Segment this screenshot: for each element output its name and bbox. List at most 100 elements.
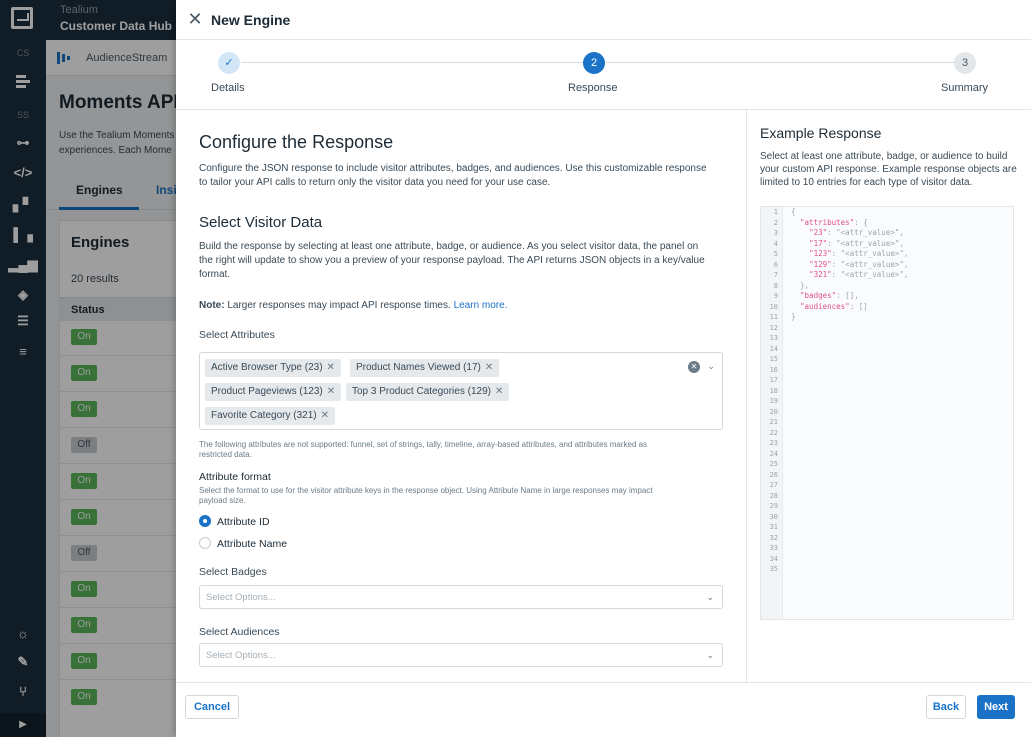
radio-attribute-id-label[interactable]: Attribute ID xyxy=(217,516,270,528)
code-line: "audiences": [] xyxy=(800,301,868,311)
line-number: 27 xyxy=(769,481,778,489)
clear-all-icon[interactable]: ✕ xyxy=(688,361,700,373)
attribute-tag-label: Favorite Category (321) xyxy=(211,410,317,421)
radio-attribute-id[interactable] xyxy=(199,515,211,527)
line-number: 23 xyxy=(769,439,778,447)
attribute-tag: Product Pageviews (123) ✕ xyxy=(205,383,342,401)
select-visitor-data-text: Build the response by selecting at least… xyxy=(199,240,705,282)
unsupported-text-l1: The following attributes are not support… xyxy=(199,440,648,449)
code-line: "129": "<attr_value>", xyxy=(809,259,909,269)
line-number: 2 xyxy=(773,218,778,227)
attributes-multiselect[interactable]: Active Browser Type (23) ✕ Product Names … xyxy=(199,352,723,430)
attribute-format-label: Attribute format xyxy=(199,471,271,483)
line-number: 8 xyxy=(773,281,778,290)
radio-attribute-name-label[interactable]: Attribute Name xyxy=(217,538,287,550)
next-button[interactable]: Next xyxy=(977,695,1015,719)
line-number: 35 xyxy=(769,565,778,573)
line-number: 4 xyxy=(773,239,778,248)
intro-text-l1: Configure the JSON response to include v… xyxy=(199,163,707,174)
remove-tag-icon[interactable]: ✕ xyxy=(327,362,335,373)
format-desc-l2: payload size. xyxy=(199,496,246,505)
step-1-label: Details xyxy=(211,82,245,94)
code-line: "321": "<attr_value>", xyxy=(809,270,909,279)
modal-title: New Engine xyxy=(211,12,291,28)
audiences-label: Select Audiences xyxy=(199,626,280,638)
attribute-tag-label: Product Pageviews (123) xyxy=(211,386,323,397)
line-number: 19 xyxy=(769,397,778,405)
chevron-down-icon[interactable]: ⌄ xyxy=(707,361,715,372)
line-number: 22 xyxy=(769,428,778,437)
section-heading: Configure the Response xyxy=(199,132,394,152)
attribute-format-desc: Select the format to use for the visitor… xyxy=(199,486,653,506)
badges-placeholder: Select Options... xyxy=(206,592,276,603)
step-3-label: Summary xyxy=(941,82,989,94)
learn-more-link[interactable]: Learn more. xyxy=(454,300,508,311)
audiences-select[interactable]: Select Options... ⌄ xyxy=(199,643,723,667)
cancel-button[interactable]: Cancel xyxy=(185,695,239,719)
unsupported-attributes-text: The following attributes are not support… xyxy=(199,440,647,460)
intro-text: Configure the JSON response to include v… xyxy=(199,162,707,190)
json-code: { "attributes": { "23": "<attr_value>", … xyxy=(791,207,1011,323)
select-text-l1: Build the response by selecting at least… xyxy=(199,241,699,252)
line-number: 5 xyxy=(773,250,778,258)
attribute-tag: Favorite Category (321) ✕ xyxy=(205,407,335,425)
attribute-tag-label: Product Names Viewed (17) xyxy=(356,362,481,373)
new-engine-modal: ✕ New Engine ✓ Details 2 Response 3 Summ… xyxy=(176,0,1031,737)
example-response-desc: Select at least one attribute, badge, or… xyxy=(760,151,1017,188)
chevron-down-icon: ⌄ xyxy=(706,592,714,602)
line-number: 33 xyxy=(769,544,778,552)
line-number: 32 xyxy=(769,533,778,542)
line-number: 7 xyxy=(773,271,778,279)
line-number: 20 xyxy=(769,407,778,416)
radio-attribute-name[interactable] xyxy=(199,537,211,549)
remove-tag-icon[interactable]: ✕ xyxy=(495,386,503,397)
line-number: 10 xyxy=(769,302,778,311)
line-number: 12 xyxy=(769,323,778,332)
step-2-circle[interactable]: 2 xyxy=(583,52,605,74)
line-number: 13 xyxy=(769,334,778,342)
example-response-panel: Example Response Select at least one att… xyxy=(746,110,1031,682)
line-number: 25 xyxy=(769,460,778,468)
badges-select[interactable]: Select Options... ⌄ xyxy=(199,585,723,609)
stepper-line xyxy=(241,62,583,63)
step-2-label: Response xyxy=(568,82,618,94)
line-number: 26 xyxy=(769,470,778,479)
line-number: 30 xyxy=(769,512,778,521)
attribute-tag-label: Top 3 Product Categories (129) xyxy=(352,386,491,397)
back-button[interactable]: Back xyxy=(926,695,966,719)
step-3-circle[interactable]: 3 xyxy=(954,52,976,74)
remove-tag-icon[interactable]: ✕ xyxy=(321,410,329,421)
code-line: }, xyxy=(791,280,810,290)
format-desc-l1: Select the format to use for the visitor… xyxy=(199,486,653,495)
modal-backdrop[interactable] xyxy=(0,0,176,737)
chevron-down-icon: ⌄ xyxy=(706,650,714,660)
line-number: 29 xyxy=(769,502,778,510)
code-line: } xyxy=(791,312,796,321)
line-number: 1 xyxy=(773,208,778,216)
code-line: "123": "<attr_value>", xyxy=(809,249,909,258)
line-number: 16 xyxy=(769,365,778,374)
line-numbers: 1 2 3 4 5 6 7 8 9 10 11 12 13 14 15 16 17 18 19 20 21 22 23 24 2… xyxy=(761,207,783,619)
json-preview[interactable]: 1 2 3 4 5 6 7 8 9 10 11 12 13 14 15 16 17 18 19 20 21 22 23 24 2… xyxy=(760,206,1014,620)
step-1-check-icon[interactable]: ✓ xyxy=(218,52,240,74)
code-line: { xyxy=(791,207,796,216)
note-body: Larger responses may impact API response… xyxy=(227,300,451,311)
badges-label: Select Badges xyxy=(199,566,267,578)
modal-footer: Cancel Back Next xyxy=(176,682,1031,737)
line-number: 24 xyxy=(769,449,778,458)
attribute-tag-label: Active Browser Type (23) xyxy=(211,362,323,373)
line-number: 31 xyxy=(769,523,778,531)
remove-tag-icon[interactable]: ✕ xyxy=(327,386,335,397)
modal-header: ✕ New Engine xyxy=(176,0,1031,40)
attribute-tag: Top 3 Product Categories (129) ✕ xyxy=(346,383,510,401)
select-text-l3: format. xyxy=(199,269,231,280)
select-visitor-data-heading: Select Visitor Data xyxy=(199,214,323,231)
line-number: 28 xyxy=(769,491,778,500)
note-text: Note: Larger responses may impact API re… xyxy=(199,299,507,313)
code-line: "badges": [], xyxy=(800,291,859,300)
close-icon[interactable]: ✕ xyxy=(185,9,205,29)
line-number: 34 xyxy=(769,554,778,563)
line-number: 14 xyxy=(769,344,778,353)
unsupported-text-l2: restricted data. xyxy=(199,450,252,459)
remove-tag-icon[interactable]: ✕ xyxy=(485,362,493,373)
